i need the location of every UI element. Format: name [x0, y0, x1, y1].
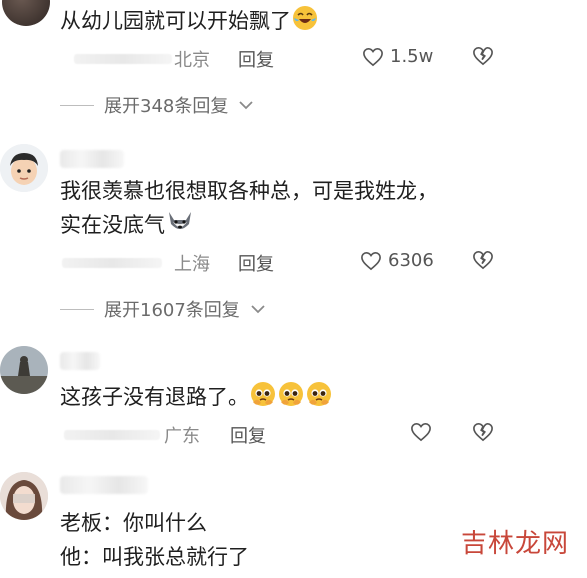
comment-line-1: 我很羡慕也很想取各种总，可是我姓龙，	[60, 179, 438, 203]
avatar[interactable]	[2, 0, 50, 26]
comment-line-2: 他：叫我张总就行了	[60, 545, 249, 569]
landscape-avatar	[0, 346, 48, 394]
dislike-button[interactable]	[472, 250, 494, 275]
dislike-button[interactable]	[472, 422, 494, 447]
expand-replies[interactable]: 展开1607条回复	[60, 296, 266, 322]
username-blur	[60, 352, 100, 370]
like-count: 1.5w	[390, 46, 434, 67]
rofl-emoji	[291, 4, 319, 42]
reply-button[interactable]: 回复	[230, 422, 266, 448]
chevron-down-icon	[239, 101, 253, 110]
like-count: 6306	[388, 250, 434, 271]
like-button[interactable]: 6306	[360, 250, 434, 271]
username-blur	[60, 150, 124, 168]
pleading-emoji	[305, 380, 333, 418]
like-button[interactable]: 1.5w	[362, 46, 433, 67]
portrait-avatar	[0, 472, 48, 520]
username-blur	[60, 476, 148, 494]
location: 北京	[174, 50, 210, 71]
comment-text: 这孩子没有退路了。	[60, 380, 333, 418]
comment-text: 老板：你叫什么 他：叫我张总就行了	[60, 506, 249, 574]
watermark: 吉林龙网	[460, 529, 569, 559]
comment-text: 从幼儿园就可以开始飘了	[60, 4, 319, 42]
divider	[60, 308, 94, 310]
divider	[60, 104, 94, 106]
avatar[interactable]	[0, 346, 48, 394]
comment-meta: 上海 回复 6306	[60, 248, 580, 278]
expand-label: 展开1607条回复	[104, 300, 240, 321]
comment-text: 我很羡慕也很想取各种总，可是我姓龙， 实在没底气	[60, 174, 438, 246]
reply-button[interactable]: 回复	[238, 46, 274, 72]
broken-heart-icon	[473, 250, 493, 270]
cartoon-boy-avatar	[0, 144, 48, 192]
avatar[interactable]	[0, 144, 48, 192]
chevron-down-icon	[251, 305, 265, 314]
pleading-emoji	[277, 380, 305, 418]
time-blur	[62, 258, 162, 268]
heart-icon	[361, 251, 381, 270]
location: 广东	[164, 426, 200, 447]
heart-icon	[411, 422, 431, 442]
comment-line-2: 实在没底气	[60, 208, 438, 246]
avatar[interactable]	[0, 472, 48, 520]
expand-replies[interactable]: 展开348条回复	[60, 92, 254, 118]
comment-meta: 北京 回复 1.5w	[60, 44, 580, 74]
dislike-button[interactable]	[472, 46, 494, 71]
heart-icon	[363, 47, 383, 66]
location: 上海	[174, 254, 210, 275]
comment-meta: 广东 回复	[60, 420, 580, 450]
reply-button[interactable]: 回复	[238, 250, 274, 276]
time-blur	[64, 430, 160, 440]
broken-heart-icon	[473, 46, 493, 66]
broken-heart-icon	[473, 422, 493, 442]
husky-emoji	[165, 208, 195, 246]
pleading-emoji	[249, 380, 277, 418]
expand-label: 展开348条回复	[104, 96, 229, 117]
comment-line-1: 老板：你叫什么	[60, 511, 207, 535]
time-blur	[74, 54, 172, 64]
like-button[interactable]	[410, 422, 432, 442]
